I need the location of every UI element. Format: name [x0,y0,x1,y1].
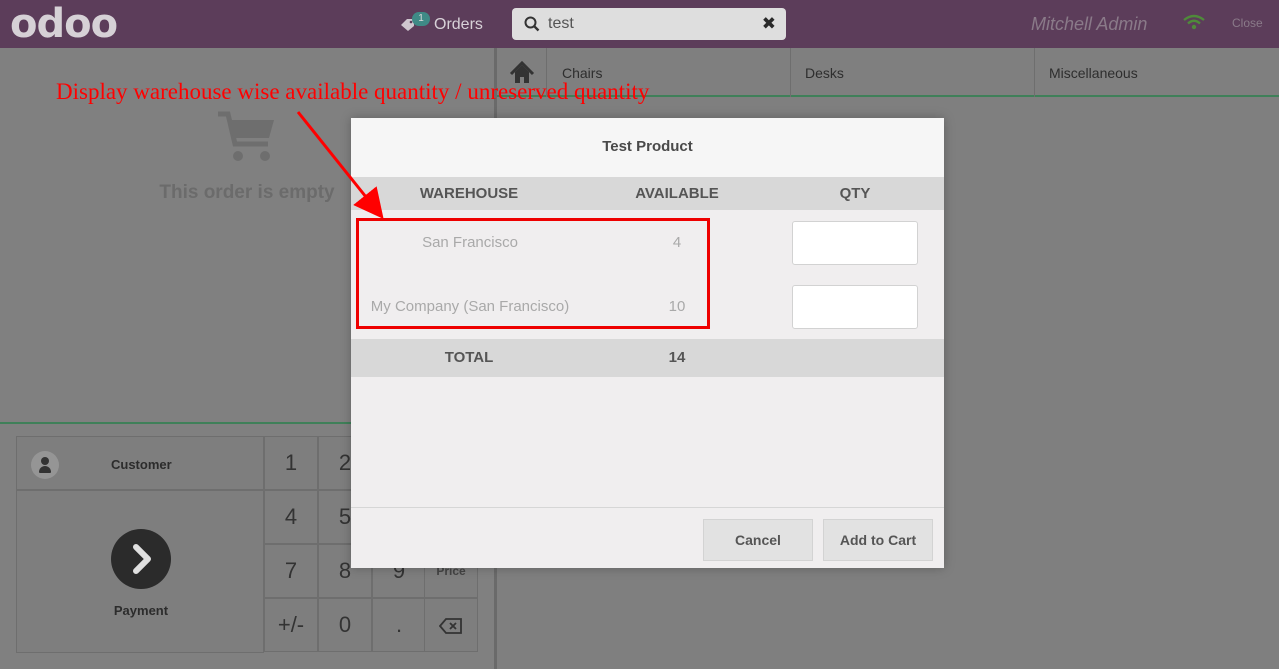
annotation-arrow [296,111,384,220]
annotation-highlight-box [356,218,710,329]
